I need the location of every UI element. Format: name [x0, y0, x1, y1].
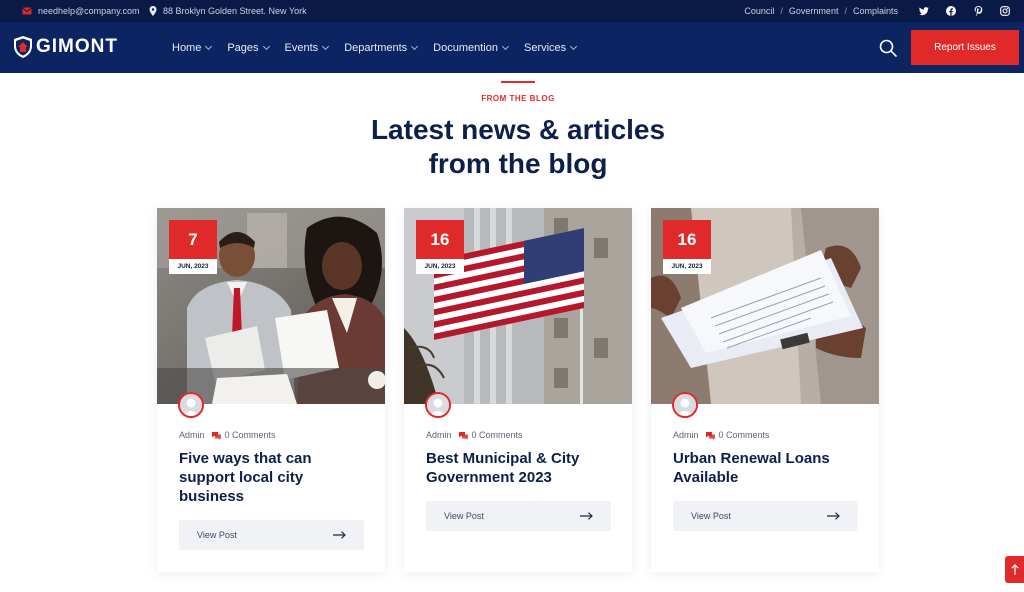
main-header: GIMONT Home Pages Events Departments Doc…: [0, 22, 1024, 73]
author-avatar: [425, 392, 451, 418]
top-link-council[interactable]: Council: [744, 6, 774, 16]
nav-item-pages[interactable]: Pages: [227, 41, 270, 54]
nav-label: Home: [172, 41, 202, 54]
date-month: JUN, 2023: [169, 259, 217, 274]
nav-item-departments[interactable]: Departments: [344, 41, 419, 54]
contact-email-text: needhelp@company.com: [38, 6, 140, 16]
post-title[interactable]: Five ways that can support local city bu…: [179, 449, 369, 506]
separator: /: [780, 6, 783, 16]
shield-logo-icon: [14, 36, 32, 58]
view-post-label: View Post: [197, 530, 237, 540]
view-post-label: View Post: [444, 511, 484, 521]
post-comments[interactable]: 0 Comments: [705, 430, 770, 440]
map-pin-icon: [149, 6, 157, 16]
chevron-down-icon: [262, 42, 270, 50]
comment-icon: [458, 431, 468, 440]
top-bar: needhelp@company.com 88 Broklyn Golden S…: [0, 0, 1024, 22]
post-meta: Admin 0 Comments: [179, 430, 276, 440]
separator: /: [844, 6, 847, 16]
date-day: 7: [169, 220, 217, 259]
nav-item-services[interactable]: Services: [524, 41, 578, 54]
date-month: JUN, 2023: [663, 259, 711, 274]
envelope-icon: [22, 7, 32, 15]
date-day: 16: [416, 220, 464, 259]
date-badge: 16 JUN, 2023: [663, 220, 711, 274]
arrow-right-icon: [580, 512, 593, 520]
nav-label: Events: [284, 41, 319, 54]
twitter-icon[interactable]: [919, 6, 929, 16]
contact-address-text: 88 Broklyn Golden Street. New York: [163, 6, 307, 16]
report-issues-button[interactable]: Report Issues: [911, 30, 1019, 65]
view-post-button[interactable]: View Post: [673, 501, 858, 531]
comment-count: 0 Comments: [471, 430, 523, 440]
blog-card: 16 JUN, 2023 Admin 0 Comments Urban Rene…: [651, 208, 879, 572]
nav-item-documention[interactable]: Documention: [433, 41, 510, 54]
main-nav: Home Pages Events Departments Documentio…: [172, 22, 578, 73]
post-title[interactable]: Urban Renewal Loans Available: [673, 449, 863, 487]
comment-icon: [705, 431, 715, 440]
social-links: [919, 0, 1010, 22]
nav-label: Pages: [227, 41, 259, 54]
facebook-icon[interactable]: [946, 6, 956, 16]
logo[interactable]: GIMONT: [12, 34, 118, 60]
date-day: 16: [663, 220, 711, 259]
view-post-label: View Post: [691, 511, 731, 521]
comment-count: 0 Comments: [718, 430, 770, 440]
date-month: JUN, 2023: [416, 259, 464, 274]
view-post-button[interactable]: View Post: [179, 520, 364, 550]
post-comments[interactable]: 0 Comments: [211, 430, 276, 440]
top-links: Council / Government / Complaints: [744, 0, 898, 22]
chevron-down-icon: [501, 42, 510, 50]
nav-label: Documention: [433, 41, 498, 54]
post-meta: Admin 0 Comments: [426, 430, 523, 440]
post-meta: Admin 0 Comments: [673, 430, 770, 440]
nav-label: Departments: [344, 41, 408, 54]
scroll-to-top-button[interactable]: [1005, 556, 1024, 583]
top-link-government[interactable]: Government: [789, 6, 839, 16]
logo-text: GIMONT: [36, 36, 118, 57]
user-icon: [427, 394, 449, 416]
post-author[interactable]: Admin: [673, 430, 699, 440]
chevron-down-icon: [322, 42, 330, 50]
date-badge: 7 JUN, 2023: [169, 220, 217, 274]
view-post-button[interactable]: View Post: [426, 501, 611, 531]
chevron-down-icon: [411, 42, 419, 50]
user-icon: [674, 394, 696, 416]
chevron-down-icon: [205, 42, 213, 50]
post-comments[interactable]: 0 Comments: [458, 430, 523, 440]
post-author[interactable]: Admin: [179, 430, 205, 440]
pinterest-icon[interactable]: [973, 6, 983, 16]
section-eyebrow: FROM THE BLOG: [481, 94, 555, 103]
author-avatar: [178, 392, 204, 418]
post-title[interactable]: Best Municipal & City Government 2023: [426, 449, 616, 487]
blog-card: 7 JUN, 2023 Admin 0 Comments Five ways t…: [157, 208, 385, 572]
comment-count: 0 Comments: [224, 430, 276, 440]
chevron-down-icon: [570, 42, 578, 50]
instagram-icon[interactable]: [1000, 6, 1010, 16]
nav-label: Services: [524, 41, 567, 54]
arrow-right-icon: [827, 512, 840, 520]
section-divider: [501, 81, 535, 83]
comment-icon: [211, 431, 221, 440]
date-badge: 16 JUN, 2023: [416, 220, 464, 274]
top-link-complaints[interactable]: Complaints: [853, 6, 898, 16]
contact-email[interactable]: needhelp@company.com: [22, 0, 140, 22]
author-avatar: [672, 392, 698, 418]
nav-item-home[interactable]: Home: [172, 41, 213, 54]
section-title: Latest news & articles from the blog: [0, 113, 1024, 181]
section-title-line-2: from the blog: [428, 148, 608, 179]
arrow-right-icon: [333, 531, 346, 539]
search-icon[interactable]: [878, 38, 898, 58]
arrow-up-icon: [1010, 563, 1019, 575]
section-title-line-1: Latest news & articles: [370, 114, 666, 145]
blog-card: 16 JUN, 2023 Admin 0 Comments Best Munic…: [404, 208, 632, 572]
post-author[interactable]: Admin: [426, 430, 452, 440]
contact-address: 88 Broklyn Golden Street. New York: [149, 0, 307, 22]
nav-item-events[interactable]: Events: [284, 41, 330, 54]
user-icon: [180, 394, 202, 416]
